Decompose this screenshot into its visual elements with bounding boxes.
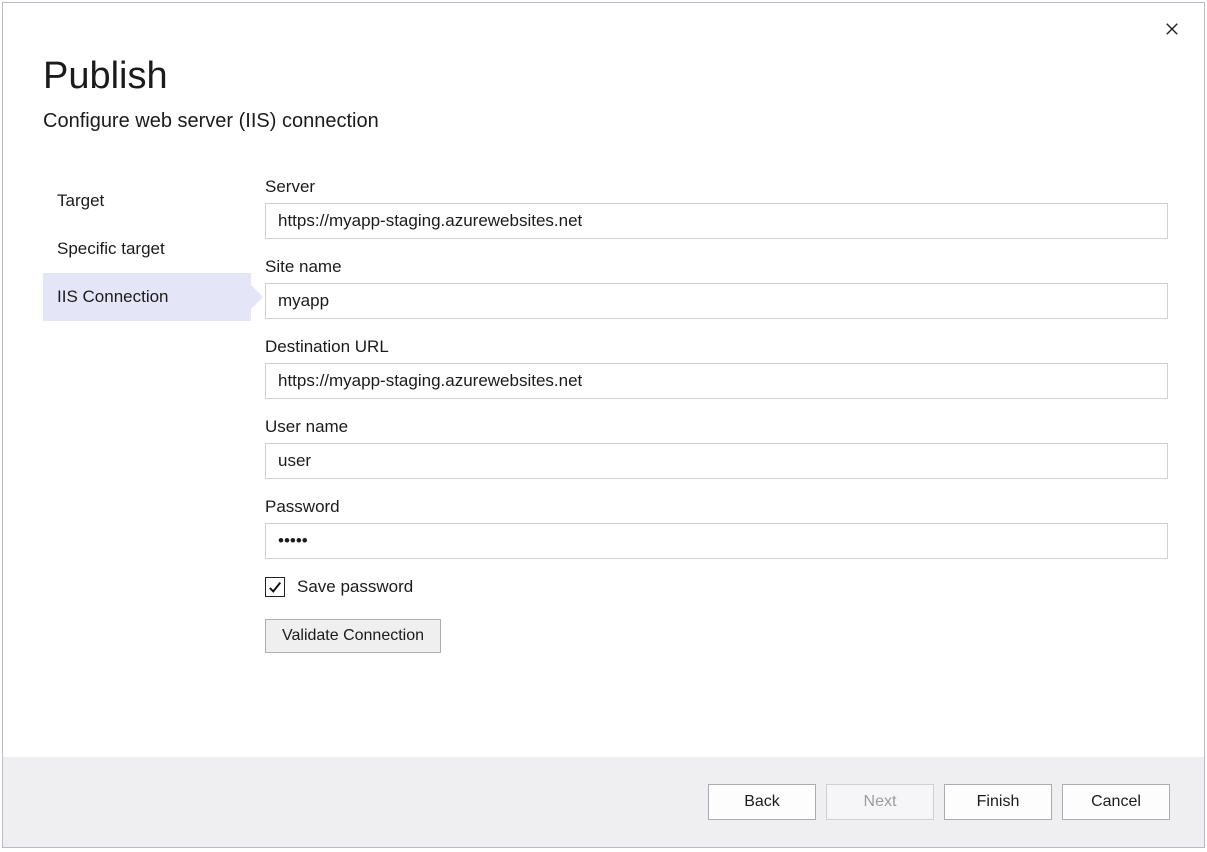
- save-password-row: Save password: [265, 577, 1168, 597]
- wizard-sidebar: Target Specific target IIS Connection: [3, 177, 251, 757]
- username-label: User name: [265, 417, 1168, 437]
- field-username: User name: [265, 417, 1168, 479]
- username-input[interactable]: [265, 443, 1168, 479]
- desturl-input[interactable]: [265, 363, 1168, 399]
- dialog-body: Target Specific target IIS Connection Se…: [3, 133, 1204, 757]
- close-button[interactable]: [1162, 21, 1182, 41]
- dialog-footer: Back Next Finish Cancel: [3, 757, 1204, 847]
- save-password-checkbox[interactable]: [265, 577, 285, 597]
- password-input[interactable]: [265, 523, 1168, 559]
- step-iis-connection[interactable]: IIS Connection: [43, 273, 251, 321]
- sitename-label: Site name: [265, 257, 1168, 277]
- desturl-label: Destination URL: [265, 337, 1168, 357]
- finish-button[interactable]: Finish: [944, 784, 1052, 820]
- dialog-subtitle: Configure web server (IIS) connection: [43, 110, 1164, 133]
- dialog-title: Publish: [43, 55, 1164, 98]
- dialog-header: Publish Configure web server (IIS) conne…: [3, 3, 1204, 133]
- back-button[interactable]: Back: [708, 784, 816, 820]
- step-target[interactable]: Target: [43, 177, 251, 225]
- field-destination-url: Destination URL: [265, 337, 1168, 399]
- step-label: Target: [57, 191, 104, 210]
- step-specific-target[interactable]: Specific target: [43, 225, 251, 273]
- save-password-label: Save password: [297, 577, 413, 597]
- field-site-name: Site name: [265, 257, 1168, 319]
- server-label: Server: [265, 177, 1168, 197]
- cancel-button[interactable]: Cancel: [1062, 784, 1170, 820]
- step-label: Specific target: [57, 239, 165, 258]
- checkmark-icon: [268, 580, 282, 594]
- field-password: Password: [265, 497, 1168, 559]
- iis-connection-form: Server Site name Destination URL User na…: [251, 177, 1204, 757]
- validate-connection-button[interactable]: Validate Connection: [265, 619, 441, 653]
- server-input[interactable]: [265, 203, 1168, 239]
- close-icon: [1165, 22, 1179, 36]
- password-label: Password: [265, 497, 1168, 517]
- publish-dialog: Publish Configure web server (IIS) conne…: [2, 2, 1205, 848]
- field-server: Server: [265, 177, 1168, 239]
- next-button: Next: [826, 784, 934, 820]
- step-label: IIS Connection: [57, 287, 169, 306]
- sitename-input[interactable]: [265, 283, 1168, 319]
